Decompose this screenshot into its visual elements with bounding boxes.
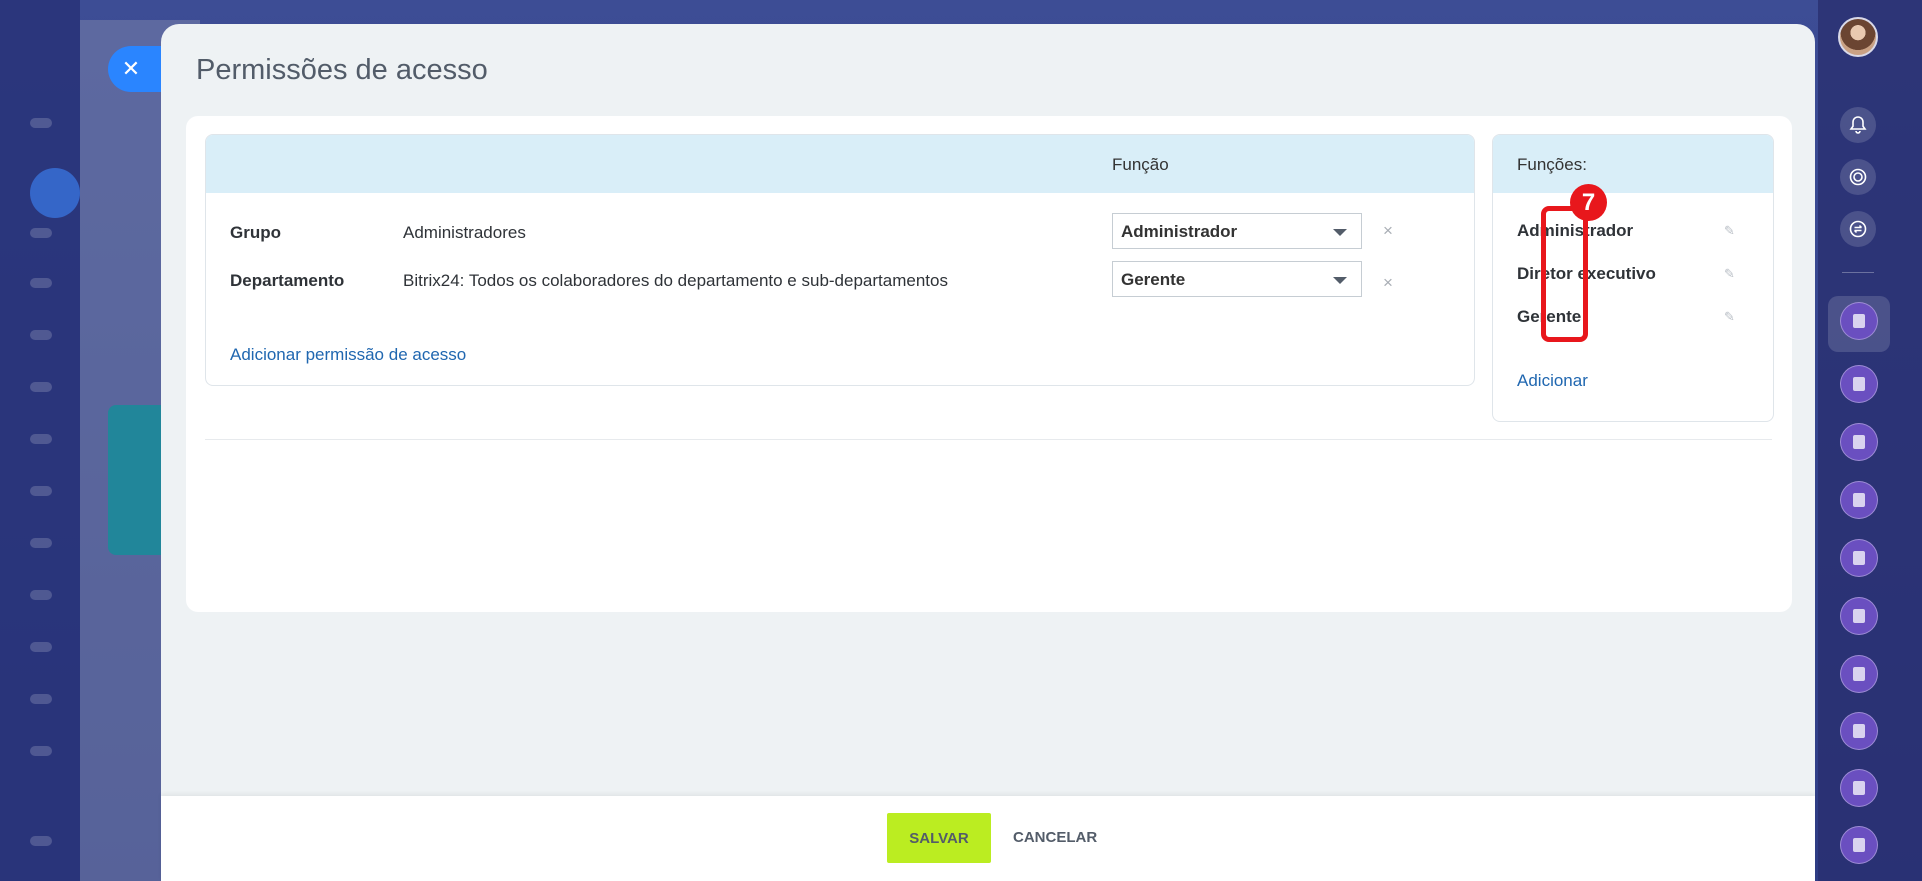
notifications-bell-icon[interactable] — [1840, 107, 1876, 143]
roles-panel: Funções: Administrador ✎ Diretor executi… — [1492, 134, 1774, 422]
roles-panel-header: Funções: — [1493, 135, 1773, 193]
rail-app-icon[interactable] — [1840, 423, 1878, 461]
permission-subject: Bitrix24: Todos os colaboradores do depa… — [403, 271, 948, 290]
permissions-table-header: Função — [206, 135, 1474, 193]
role-select-value: Administrador — [1121, 222, 1238, 241]
rail-app-icon[interactable] — [1840, 597, 1878, 635]
permission-subject: Administradores — [403, 223, 526, 242]
add-access-permission-link[interactable]: Adicionar permissão de acesso — [230, 345, 466, 365]
copilot-icon[interactable] — [1840, 159, 1876, 195]
background-blue-dot — [30, 168, 80, 218]
add-role-link[interactable]: Adicionar — [1517, 371, 1588, 391]
avatar[interactable] — [1838, 17, 1878, 57]
permissions-table: Função Grupo Administradores Administrad… — [205, 134, 1475, 386]
page-title: Permissões de acesso — [196, 54, 488, 86]
pencil-edit-icon[interactable]: ✎ — [1724, 223, 1735, 239]
chevron-down-icon — [1333, 277, 1347, 284]
annotation-highlight-box — [1541, 206, 1588, 342]
rail-app-icon[interactable] — [1840, 302, 1878, 340]
sync-chat-icon[interactable] — [1840, 211, 1876, 247]
permission-row: Departamento Bitrix24: Todos os colabora… — [206, 261, 1474, 301]
divider — [205, 439, 1772, 440]
access-permissions-slider: Permissões de acesso Função Grupo Admini… — [161, 24, 1815, 881]
remove-permission-icon[interactable]: × — [1383, 273, 1393, 293]
pencil-edit-icon[interactable]: ✎ — [1724, 266, 1735, 282]
remove-permission-icon[interactable]: × — [1383, 221, 1393, 241]
background-left-menu — [0, 0, 80, 881]
role-select[interactable]: Administrador — [1112, 213, 1362, 249]
role-column-header: Função — [1112, 155, 1169, 174]
rail-app-icon[interactable] — [1840, 365, 1878, 403]
role-select-value: Gerente — [1121, 270, 1186, 289]
save-button[interactable]: SALVAR — [887, 813, 991, 863]
close-slider-button[interactable]: ✕ — [108, 46, 166, 92]
cancel-button[interactable]: CANCELAR — [1013, 829, 1097, 846]
permission-type: Departamento — [230, 271, 345, 290]
rail-app-icon[interactable] — [1840, 655, 1878, 693]
rail-app-icon[interactable] — [1840, 481, 1878, 519]
chevron-down-icon — [1333, 229, 1347, 236]
background-teal-card — [108, 405, 168, 555]
role-select[interactable]: Gerente — [1112, 261, 1362, 297]
roles-panel-title: Funções: — [1517, 155, 1587, 174]
rail-app-icon[interactable] — [1840, 712, 1878, 750]
pencil-edit-icon[interactable]: ✎ — [1724, 309, 1735, 325]
rail-app-icon[interactable] — [1840, 769, 1878, 807]
rail-app-icon[interactable] — [1840, 826, 1878, 864]
permission-type: Grupo — [230, 223, 281, 242]
close-icon: ✕ — [121, 56, 141, 81]
annotation-step-badge: 7 — [1570, 184, 1607, 221]
rail-separator — [1842, 272, 1874, 273]
slider-footer: SALVAR CANCELAR — [161, 796, 1815, 881]
permission-row: Grupo Administradores Administrador × — [206, 213, 1474, 253]
rail-app-icon[interactable] — [1840, 539, 1878, 577]
